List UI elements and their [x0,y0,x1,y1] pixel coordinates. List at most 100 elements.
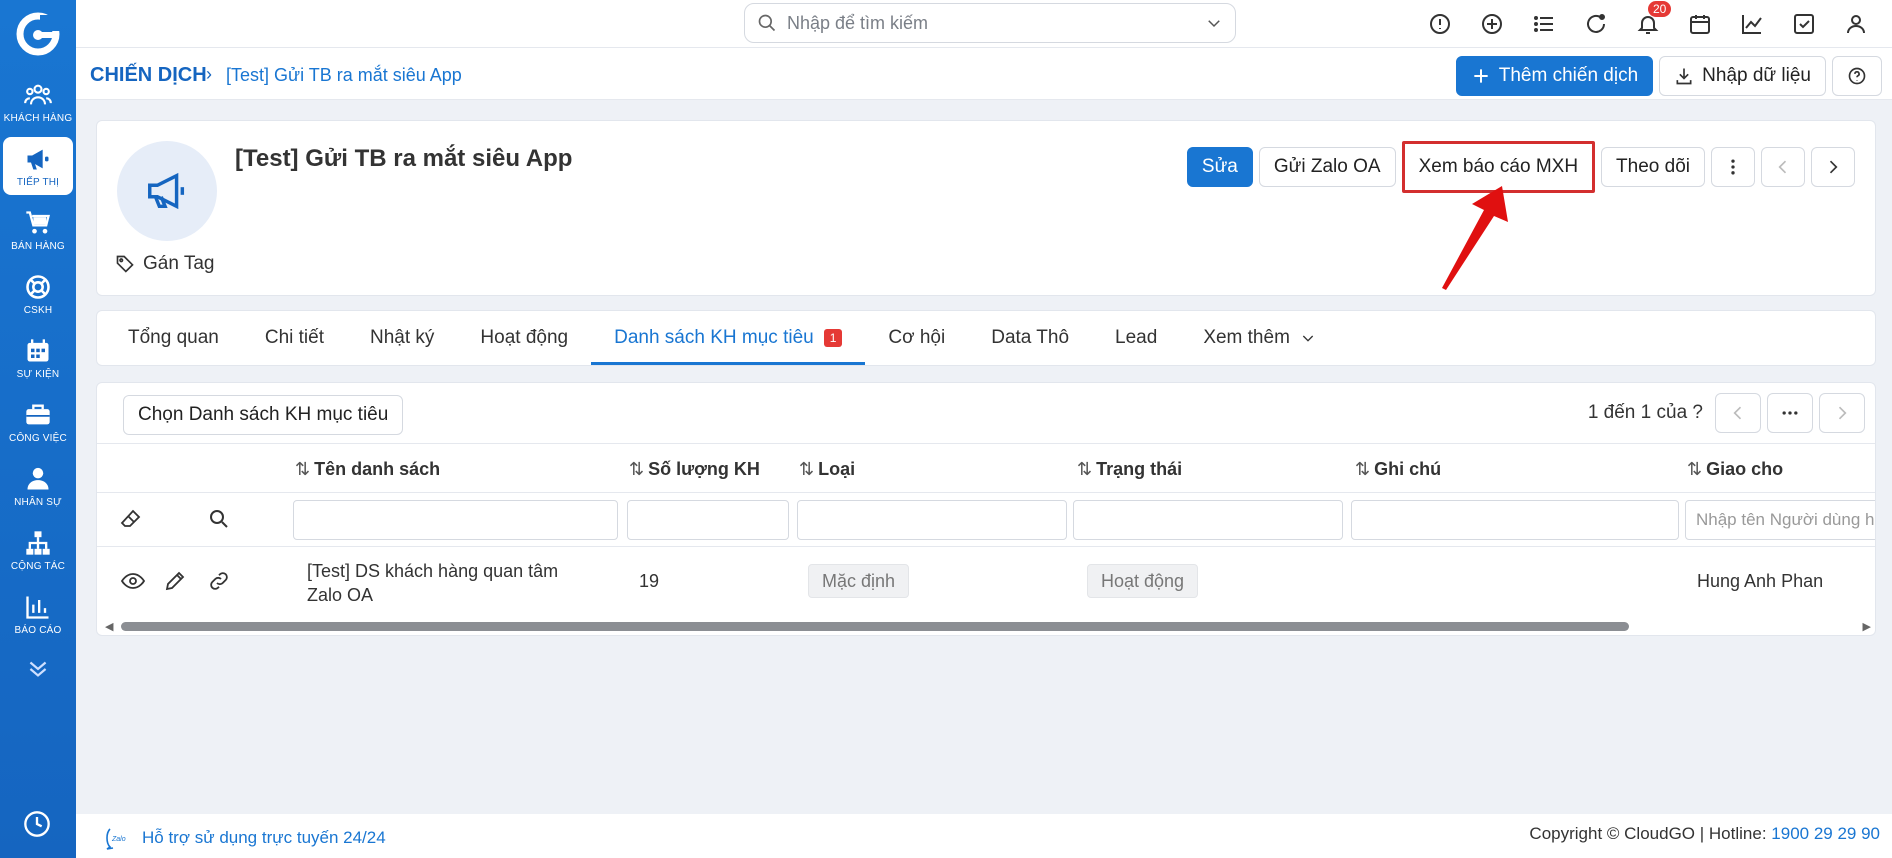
breadcrumb-current[interactable]: [Test] Gửi TB ra mắt siêu App [226,65,462,86]
sidebar-item-hr[interactable]: NHÂN SỰ [3,457,73,515]
updates-button[interactable] [1570,0,1622,48]
hotline-number[interactable]: 1900 29 29 90 [1771,824,1880,843]
quick-add-button[interactable] [1466,0,1518,48]
search-icon[interactable] [207,507,231,531]
follow-button[interactable]: Theo dõi [1601,147,1705,187]
hotline-label: Hotline: [1708,824,1767,843]
edit-pencil-icon[interactable] [163,569,187,593]
send-zalo-oa-button[interactable]: Gửi Zalo OA [1258,147,1396,187]
tab-overview[interactable]: Tổng quan [105,311,242,365]
column-header-label: Tên danh sách [314,459,441,479]
analytics-button[interactable] [1726,0,1778,48]
add-campaign-label: Thêm chiến dịch [1498,65,1639,86]
scroll-left-icon[interactable]: ◀ [105,620,113,633]
next-record-button[interactable] [1811,147,1855,187]
briefcase-icon [26,404,50,424]
notification-badge: 20 [1648,1,1672,17]
table-filter-row: Nhập tên Người dùng hoặc Nhóm [97,493,1875,547]
page-options-button[interactable] [1767,393,1813,433]
scrollbar-thumb[interactable] [121,622,1629,631]
megaphone-icon [27,149,49,169]
sort-icon: ⇅ [1355,459,1371,479]
calendar-outline-icon [1690,15,1710,34]
list-button[interactable] [1518,0,1570,48]
alert-button[interactable] [1414,0,1466,48]
list-name-cell[interactable]: [Test] DS khách hàng quan tâm Zalo OA [307,559,558,607]
choose-target-list-button[interactable]: Chọn Danh sách KH mục tiêu [123,395,404,435]
pagination-total[interactable]: ? [1692,402,1703,423]
online-support-link[interactable]: Zalo Hỗ trợ sử dụng trực tuyến 24/24 [104,826,386,850]
search-input[interactable]: Nhập để tìm kiếm [787,13,1205,34]
clock-icon[interactable] [23,810,51,838]
top-icon-bar: 20 [1414,0,1882,48]
horizontal-scrollbar[interactable]: ◀ ▶ [103,619,1873,633]
line-chart-icon [1742,15,1762,34]
tab-opportunities[interactable]: Cơ hội [865,311,968,365]
scroll-right-icon[interactable]: ▶ [1863,620,1871,633]
sidebar-item-tasks[interactable]: CÔNG VIỆC [3,393,73,451]
calendar-button[interactable] [1674,0,1726,48]
view-eye-icon[interactable] [121,569,145,593]
tab-details[interactable]: Chi tiết [242,311,347,365]
next-page-button[interactable] [1819,393,1865,433]
expand-more-icon[interactable] [25,656,51,682]
tab-activities[interactable]: Hoạt động [457,311,591,365]
previous-record-button[interactable] [1761,147,1805,187]
note-filter-input[interactable] [1351,500,1679,540]
sidebar: KHÁCH HÀNG TIẾP THỊ BÁN HÀNG CSKH SỰ KIỆ… [0,0,76,858]
topbar: Nhập để tìm kiếm 20 [76,0,1892,48]
column-header-note[interactable]: ⇅ Ghi chú [1355,459,1441,480]
sidebar-item-marketing[interactable]: TIẾP THỊ [3,137,73,195]
sidebar-item-reports[interactable]: BÁO CÁO [3,585,73,643]
tasks-button[interactable] [1778,0,1830,48]
sidebar-item-customers[interactable]: KHÁCH HÀNG [3,73,73,131]
global-search[interactable]: Nhập để tìm kiếm [744,3,1236,43]
sidebar-item-events[interactable]: SỰ KIỆN [3,329,73,387]
footer-divider: | [1699,824,1705,843]
users-icon [24,84,52,104]
cloudgo-logo-icon[interactable] [16,12,60,56]
help-button[interactable] [1832,56,1882,96]
name-filter-input[interactable] [293,500,618,540]
megaphone-icon [148,172,185,210]
type-filter-input[interactable] [797,500,1067,540]
previous-page-button[interactable] [1715,393,1761,433]
tab-target-lists[interactable]: Danh sách KH mục tiêu 1 [591,311,866,365]
edit-button[interactable]: Sửa [1186,147,1253,187]
sidebar-item-support[interactable]: CSKH [3,265,73,323]
breadcrumb-root[interactable]: CHIẾN DỊCH [90,64,207,87]
column-header-label: Trạng thái [1096,459,1183,479]
target-list-panel: Chọn Danh sách KH mục tiêu 1 đến 1 của ?… [96,382,1876,636]
tab-more[interactable]: Xem thêm [1180,311,1339,365]
tab-raw-data[interactable]: Data Thô [968,311,1092,365]
column-header-type[interactable]: ⇅ Loại [799,459,855,480]
count-filter-input[interactable] [627,500,789,540]
target-list-table: ⇅ Tên danh sách ⇅ Số lượng KH ⇅ Loại ⇅ Trạng… [97,443,1875,615]
plus-icon [1474,69,1488,83]
assign-tag-button[interactable]: Gán Tag [115,253,214,275]
status-filter-input[interactable] [1073,500,1343,540]
tab-lead[interactable]: Lead [1092,311,1180,365]
campaign-header: [Test] Gửi TB ra mắt siêu App Gán Tag Sử… [96,120,1876,296]
column-header-count[interactable]: ⇅ Số lượng KH [629,459,760,480]
status-chip: Hoạt động [1087,564,1199,598]
eraser-icon[interactable] [119,507,143,531]
more-actions-button[interactable] [1711,147,1755,187]
column-header-name[interactable]: ⇅ Tên danh sách [295,459,440,480]
user-menu-button[interactable] [1830,0,1882,48]
add-campaign-button[interactable]: Thêm chiến dịch [1455,56,1654,96]
import-data-label: Nhập dữ liệu [1702,65,1811,86]
import-data-button[interactable]: Nhập dữ liệu [1659,56,1826,96]
sidebar-item-sales[interactable]: BÁN HÀNG [3,201,73,259]
column-header-assignee[interactable]: ⇅ Giao cho [1687,459,1783,480]
sidebar-item-collaboration[interactable]: CỘNG TÁC [3,521,73,579]
sort-icon: ⇅ [1687,459,1703,479]
column-header-status[interactable]: ⇅ Trạng thái [1077,459,1182,480]
tab-log[interactable]: Nhật ký [347,311,457,365]
sidebar-item-label: KHÁCH HÀNG [3,112,73,124]
notifications-button[interactable]: 20 [1622,0,1674,48]
assignee-filter-input[interactable]: Nhập tên Người dùng hoặc Nhóm [1685,500,1875,540]
download-icon [1676,68,1692,85]
tab-target-lists-label: Danh sách KH mục tiêu [614,327,814,348]
link-icon[interactable] [207,569,231,593]
